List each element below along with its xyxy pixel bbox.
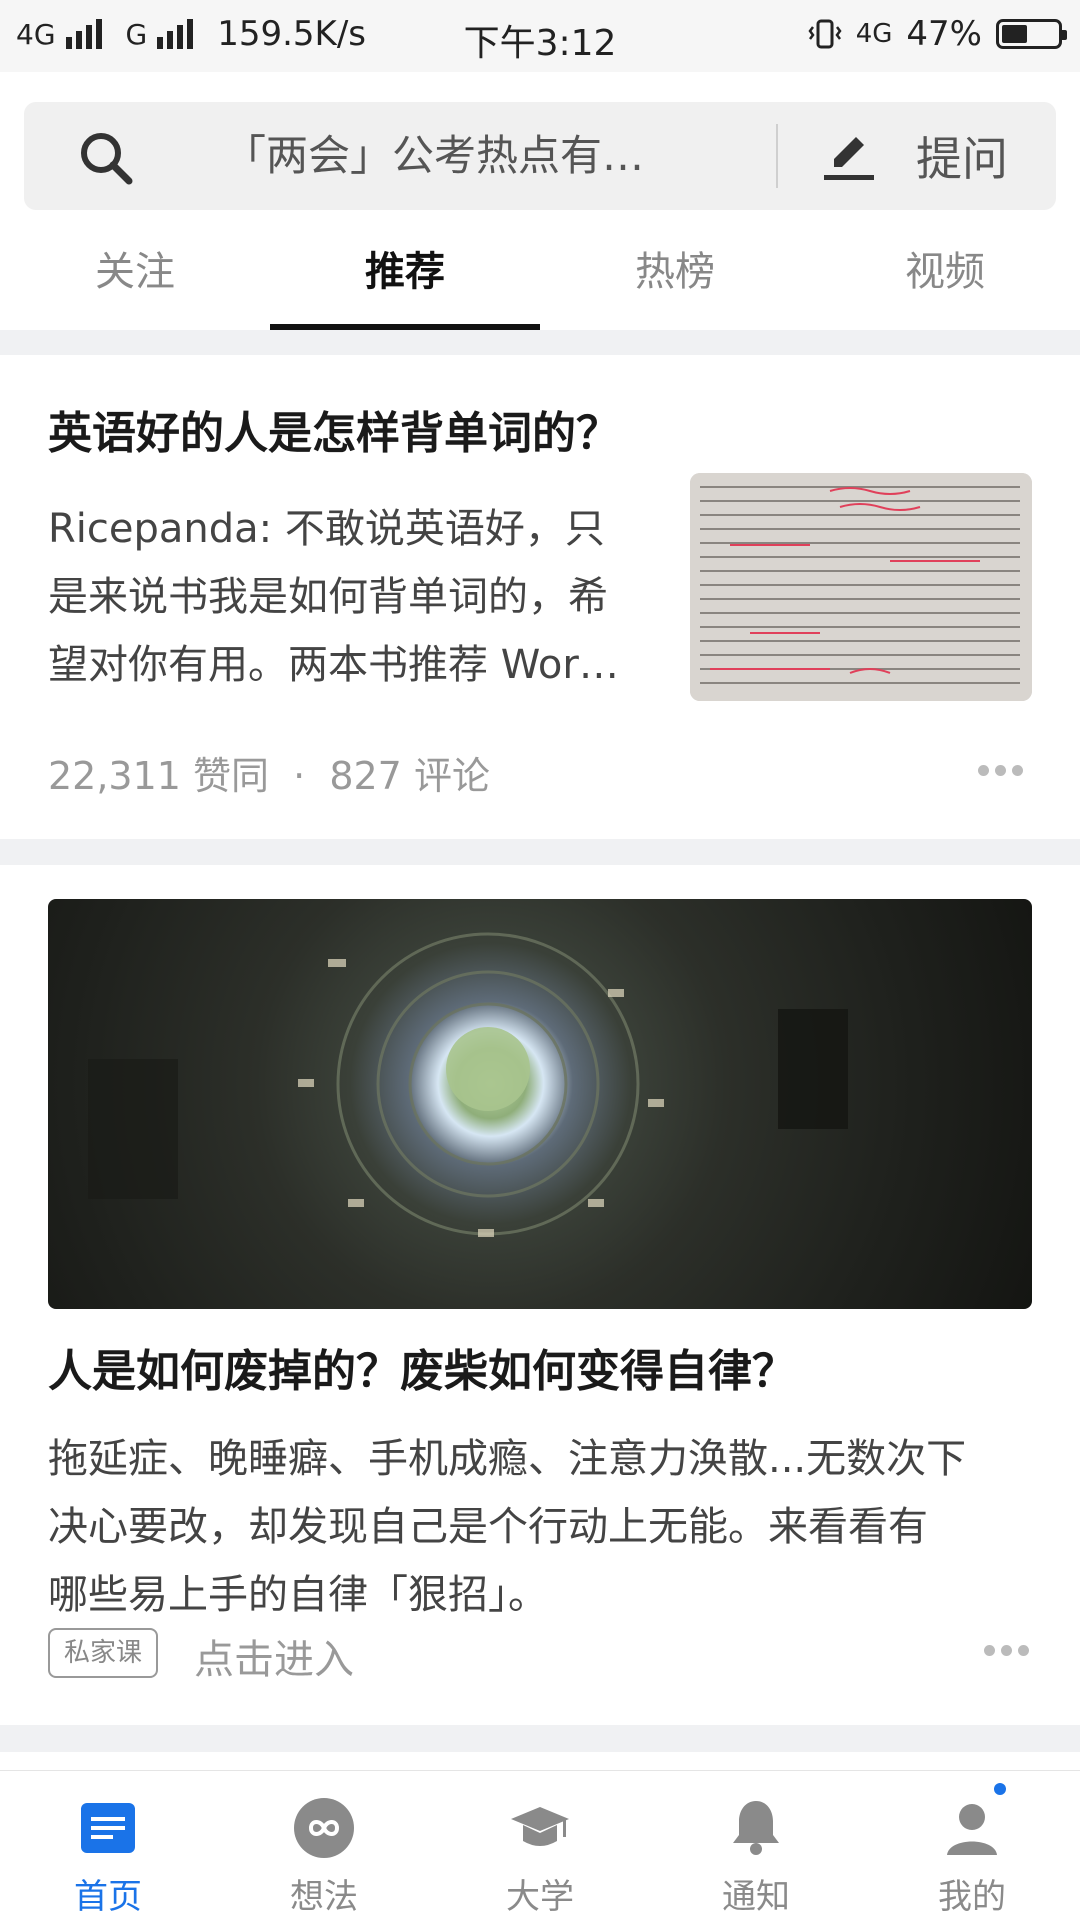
- excerpt-line: 望对你有用。两本书推荐 Wor…: [48, 642, 619, 688]
- enter-link[interactable]: 点击进入: [194, 1627, 354, 1685]
- textbook-image: [690, 473, 1032, 701]
- bell-icon: [733, 1801, 779, 1855]
- search-divider: [776, 124, 778, 188]
- spiral-well-image: [88, 932, 848, 1237]
- nav-ideas-label: 想法: [290, 1877, 358, 1917]
- tab-follow[interactable]: 关注: [0, 222, 270, 330]
- card-thumbnail[interactable]: [690, 473, 1032, 701]
- card-title[interactable]: 英语好的人是怎样背单词的？: [48, 397, 620, 461]
- nav-university-label: 大学: [506, 1877, 574, 1917]
- feed-card[interactable]: 英语好的人是怎样背单词的？ Ricepanda: 不敢说英语好，只 是来说书我是…: [0, 355, 1080, 839]
- status-right: 4G 47%: [808, 14, 1067, 54]
- tab-hot-list[interactable]: 热榜: [540, 222, 810, 330]
- next-card-edge: [0, 1752, 1080, 1772]
- card-title[interactable]: 人是如何废掉的？废柴如何变得自律？: [48, 1335, 796, 1399]
- battery-level: [1002, 25, 1028, 43]
- feed-card[interactable]: 人是如何废掉的？废柴如何变得自律？ 拖延症、晚睡癖、手机成瘾、注意力涣散...无…: [0, 865, 1080, 1725]
- nav-me[interactable]: 我的: [864, 1771, 1080, 1921]
- ask-label: 提问: [916, 132, 1008, 186]
- card-stats: 22,311 赞同 · 827 评论: [48, 745, 490, 800]
- search-input[interactable]: 「两会」公考热点有…: [224, 128, 694, 184]
- excerpt-line: 哪些易上手的自律「狠招」。: [48, 1572, 548, 1618]
- nav-home-label: 首页: [74, 1877, 142, 1917]
- nav-me-label: 我的: [938, 1877, 1006, 1917]
- excerpt-line: 拖延症、晚睡癖、手机成瘾、注意力涣散...无数次下: [48, 1436, 967, 1482]
- graduation-cap-icon: [511, 1807, 569, 1846]
- search-bar[interactable]: 「两会」公考热点有… 提问: [24, 102, 1056, 210]
- battery-percent: 47%: [906, 14, 982, 54]
- status-bar: 4G G 159.5K/s 下午3:12 4G 47%: [0, 0, 1080, 72]
- nav-university[interactable]: 大学: [432, 1771, 648, 1921]
- more-options-icon[interactable]: [984, 1645, 1029, 1656]
- tab-bar: 关注 推荐 热榜 视频: [0, 222, 1080, 330]
- home-icon: [81, 1803, 135, 1853]
- excerpt-line: 是来说书我是如何背单词的，希: [48, 574, 608, 620]
- nav-home[interactable]: 首页: [0, 1771, 216, 1921]
- header: 「两会」公考热点有… 提问 关注 推荐 热榜 视频: [0, 72, 1080, 330]
- likes-count: 22,311 赞同: [48, 754, 270, 798]
- card-excerpt[interactable]: Ricepanda: 不敢说英语好，只 是来说书我是如何背单词的，希 望对你有用…: [48, 495, 668, 699]
- ask-button[interactable]: 提问: [820, 102, 1056, 210]
- card-excerpt[interactable]: 拖延症、晚睡癖、手机成瘾、注意力涣散...无数次下 决心要改，却发现自己是个行动…: [48, 1425, 1038, 1629]
- pencil-icon: [824, 137, 874, 180]
- nav-notifications-label: 通知: [722, 1877, 790, 1917]
- tab-recommend[interactable]: 推荐: [270, 222, 540, 330]
- profile-icon: [947, 1804, 997, 1855]
- vibrate-icon: [808, 19, 842, 49]
- tab-video[interactable]: 视频: [810, 222, 1080, 330]
- nav-ideas[interactable]: 想法: [216, 1771, 432, 1921]
- battery-icon: [996, 19, 1067, 49]
- nav-notifications[interactable]: 通知: [648, 1771, 864, 1921]
- notification-badge: [994, 1783, 1006, 1795]
- private-course-tag: 私家课: [48, 1628, 159, 1678]
- stats-separator: ·: [293, 754, 306, 798]
- network-type-right: 4G: [855, 19, 893, 49]
- infinity-icon: [294, 1798, 354, 1858]
- more-options-icon[interactable]: [978, 765, 1023, 776]
- card-hero-image[interactable]: [48, 899, 1032, 1309]
- comments-count: 827 评论: [329, 754, 490, 798]
- search-icon: [81, 133, 133, 185]
- excerpt-line: 决心要改，却发现自己是个行动上无能。来看看有: [48, 1504, 928, 1550]
- bottom-nav: 首页 想法 大学 通知 我的: [0, 1770, 1080, 1921]
- excerpt-line: Ricepanda: 不敢说英语好，只: [48, 506, 605, 552]
